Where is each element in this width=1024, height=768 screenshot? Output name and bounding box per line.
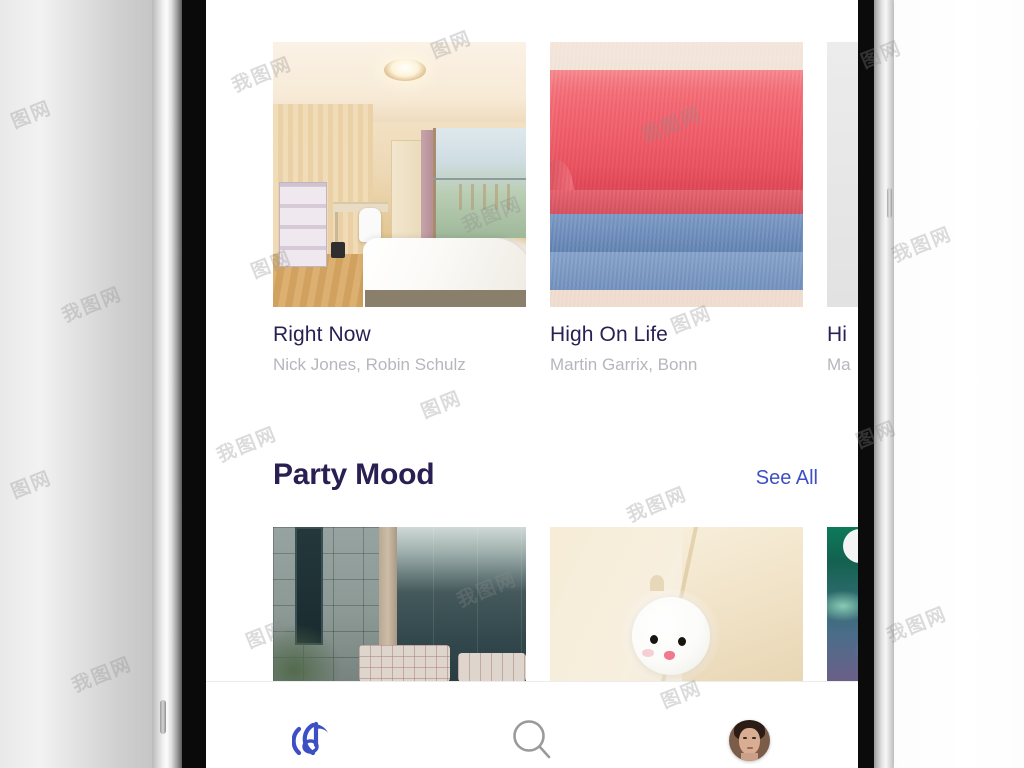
song-card[interactable]: Right Now Nick Jones, Robin Schulz [273, 42, 526, 375]
ceiling-lamp-icon [384, 59, 426, 81]
song-artists: Ma [827, 355, 851, 374]
song-card-clipped[interactable]: Hi Ma [827, 42, 858, 375]
mood-artwork-stone-building[interactable] [273, 527, 526, 682]
bottom-navigation-bar [206, 682, 858, 768]
see-all-party-mood[interactable]: See All [756, 467, 818, 490]
mood-artwork-teal-abstract[interactable] [827, 527, 858, 682]
song-artwork-towels[interactable] [550, 42, 803, 307]
card-row-party-mood [273, 527, 858, 682]
song-title: Hi [827, 323, 848, 346]
song-title: Right Now [273, 323, 371, 346]
song-title: High On Life [550, 323, 668, 346]
music-note-icon[interactable] [291, 717, 338, 763]
phone-side-button-left[interactable] [160, 700, 166, 734]
mood-card-clipped[interactable] [827, 527, 858, 682]
song-artwork-bedroom[interactable] [273, 42, 526, 307]
nav-item-profile[interactable] [641, 682, 858, 768]
phone-frame-left-rail [152, 0, 186, 768]
card-row-popular-songs: Right Now Nick Jones, Robin Schulz High … [273, 42, 858, 375]
phone-screen: p g [206, 0, 858, 768]
song-artists: Nick Jones, Robin Schulz [273, 355, 466, 374]
mood-card[interactable] [550, 527, 803, 682]
song-artwork-placeholder[interactable] [827, 42, 858, 307]
mood-artwork-plush-toy[interactable] [550, 527, 803, 682]
song-artists: Martin Garrix, Bonn [550, 355, 698, 374]
studio-backdrop-right [880, 0, 1024, 768]
phone-bezel-right [858, 0, 874, 768]
section-header-party-mood: Party Mood See All [273, 458, 818, 492]
nav-item-library[interactable] [206, 682, 423, 768]
search-icon[interactable] [509, 717, 555, 763]
phone-bezel-left [182, 0, 206, 768]
music-app: p g [206, 0, 858, 768]
section-title-party-mood: Party Mood [273, 458, 435, 491]
nav-item-search[interactable] [423, 682, 640, 768]
song-card[interactable]: High On Life Martin Garrix, Bonn [550, 42, 803, 375]
avatar[interactable] [728, 719, 770, 761]
mood-card[interactable] [273, 527, 526, 682]
phone-side-button-right[interactable] [887, 188, 892, 218]
